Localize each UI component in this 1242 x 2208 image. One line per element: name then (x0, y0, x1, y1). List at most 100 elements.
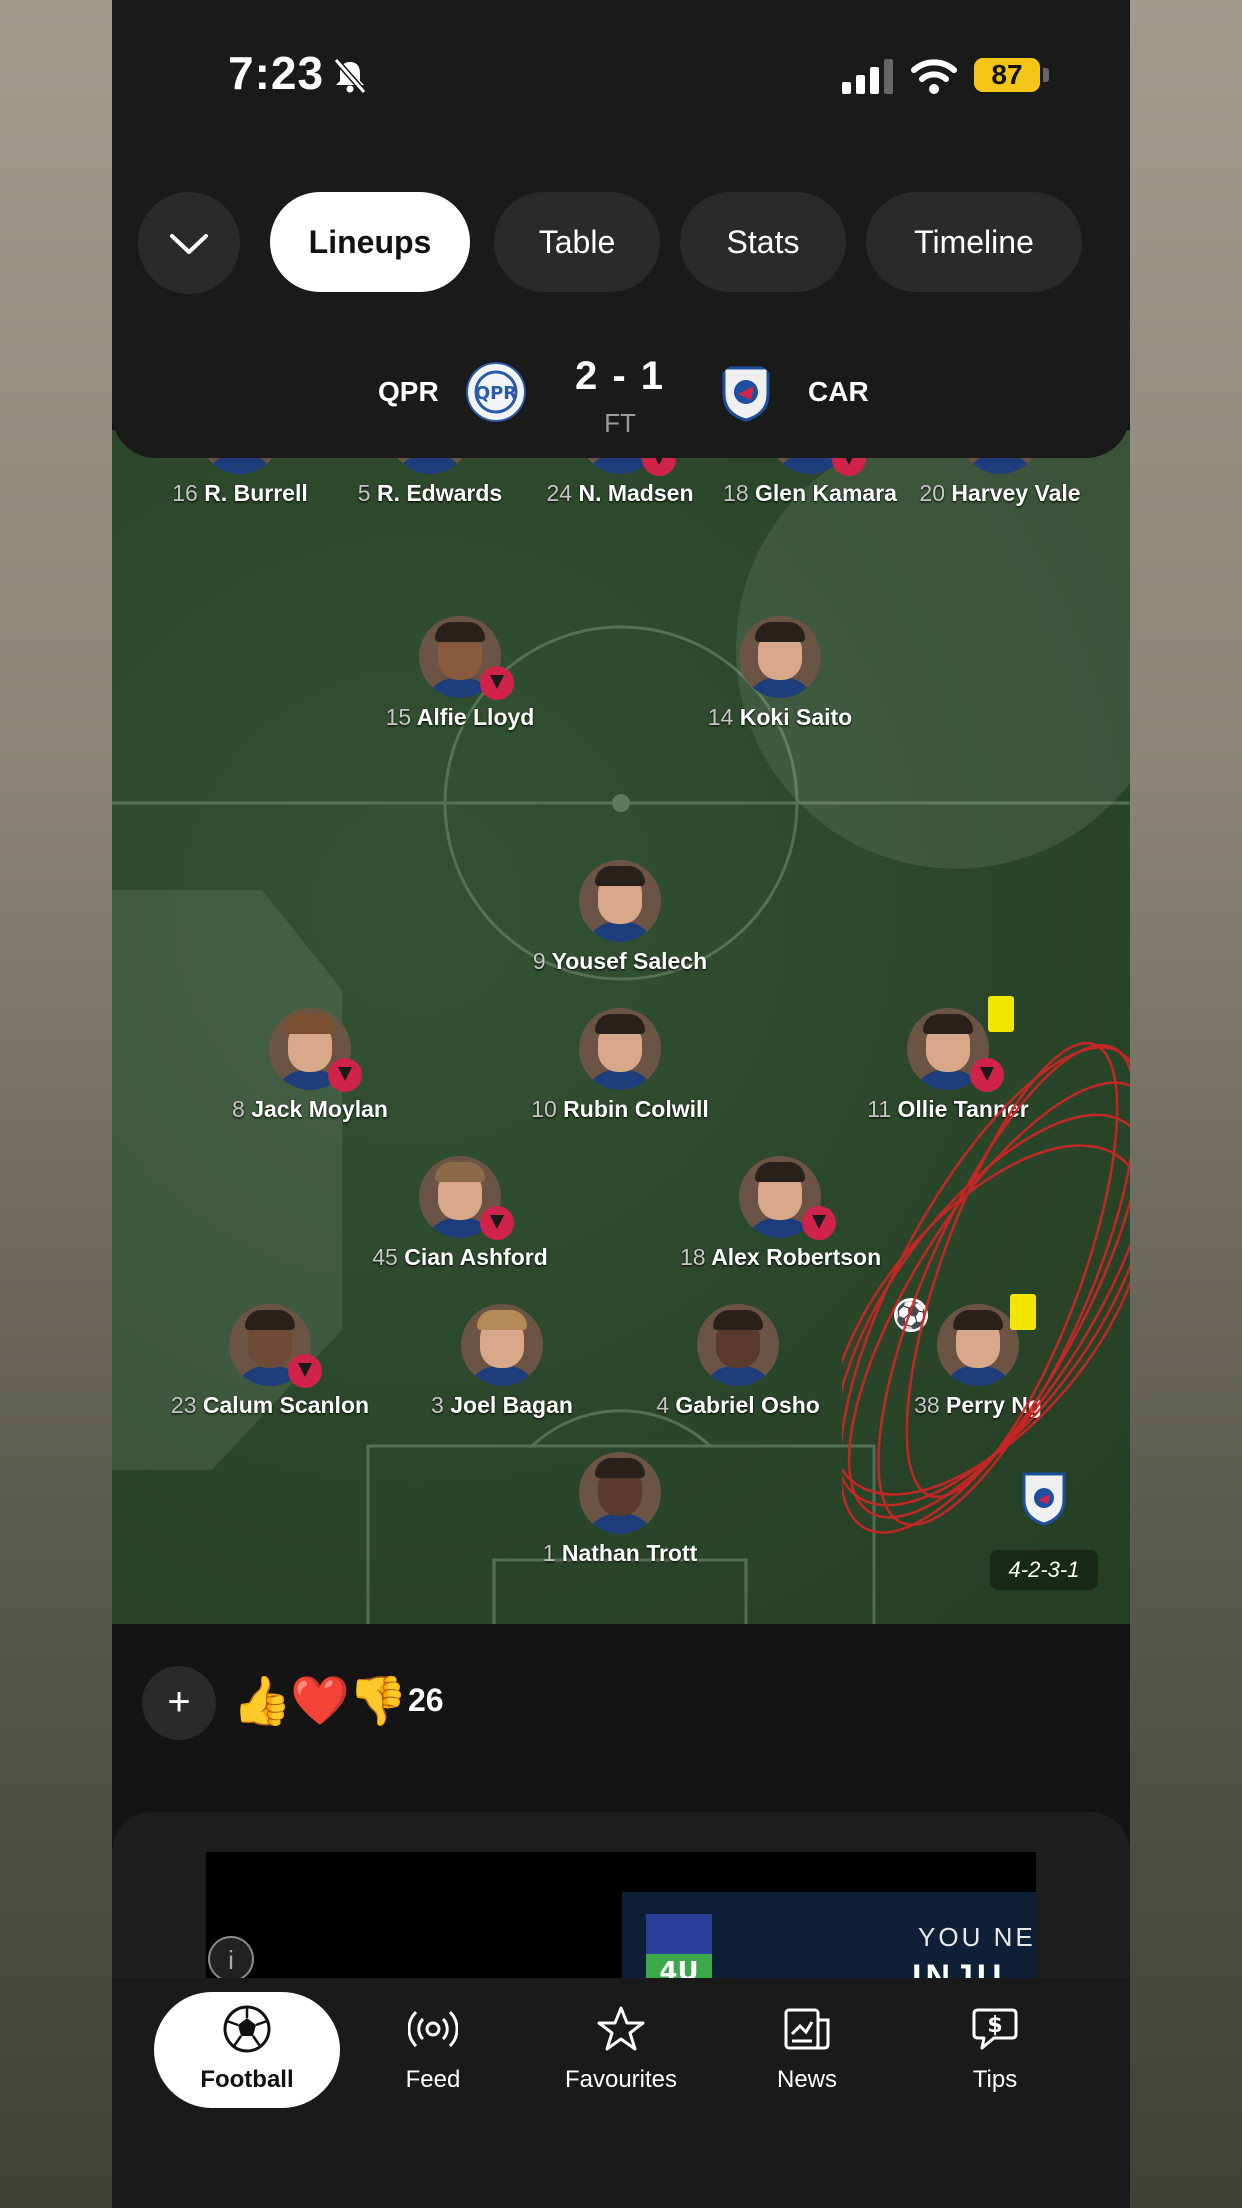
score-row[interactable]: QPR QPR 2 - 1 FT CAR (112, 346, 1130, 456)
formation-label: 4-2-3-1 (990, 1550, 1098, 1590)
news-icon (784, 2008, 830, 2050)
ad-info-icon[interactable]: i (208, 1936, 254, 1982)
tips-icon: $ (972, 2008, 1018, 2050)
player-name: Koki Saito (739, 704, 853, 730)
wifi-icon (911, 59, 957, 94)
player-name: Ollie Tanner (897, 1096, 1029, 1122)
player-number: 9 (532, 948, 546, 974)
signal-icon (842, 59, 893, 94)
status-time: 7:23 (228, 47, 325, 99)
heart-icon[interactable]: ❤️ (290, 1672, 350, 1729)
ad-headline: YOU NE (918, 1922, 1036, 1952)
collapse-button[interactable] (138, 192, 240, 294)
status-bar: 7:23 87 (112, 0, 1130, 150)
player-card[interactable]: 23 Calum Scanlon (170, 1304, 370, 1419)
player-avatar (579, 1008, 661, 1090)
phone-screen: 7:23 87 16 R. Burrell 5 R. Edwards 24 N.… (112, 0, 1130, 2208)
thumbs-down-icon[interactable]: 👎 (348, 1672, 408, 1729)
player-avatar (739, 616, 821, 698)
player-card[interactable]: ⚽ 38 Perry Ng (878, 1294, 1078, 1419)
nav-favourites[interactable]: Favourites (528, 1992, 714, 2108)
player-card[interactable]: 9 Yousef Salech (520, 860, 720, 975)
player-name: R. Edwards (376, 480, 503, 506)
player-number: 15 (385, 704, 412, 730)
substitution-icon (480, 1206, 514, 1240)
player-card[interactable]: 1 Nathan Trott (520, 1452, 720, 1567)
player-number: 11 (867, 1096, 892, 1122)
pitch: 16 R. Burrell 5 R. Edwards 24 N. Madsen … (112, 430, 1130, 1624)
player-card[interactable]: 15 Alfie Lloyd (360, 616, 560, 731)
player-card[interactable]: 14 Koki Saito (680, 616, 880, 731)
bottom-nav: Football Feed Favourites News $ Tips (112, 1978, 1130, 2208)
player-number: 14 (707, 704, 734, 730)
player-number: 18 (723, 480, 749, 506)
thumbs-up-icon[interactable]: 👍 (232, 1672, 292, 1729)
player-avatar (461, 1304, 543, 1386)
match-status: FT (604, 408, 636, 438)
ad-creative[interactable]: 4U YOU NE INJU (622, 1892, 1036, 1996)
yellow-card-icon (1010, 1294, 1036, 1330)
player-name: Calum Scanlon (202, 1392, 370, 1418)
player-name: Gabriel Osho (675, 1392, 820, 1418)
nav-feed[interactable]: Feed (340, 1992, 526, 2108)
player-name: Alex Robertson (711, 1244, 882, 1270)
tab-lineups[interactable]: Lineups (270, 192, 470, 292)
tab-table[interactable]: Table (494, 192, 660, 292)
yellow-card-icon (988, 996, 1014, 1032)
bell-muted-icon (333, 58, 367, 94)
tab-stats[interactable]: Stats (680, 192, 846, 292)
battery-tip (1043, 68, 1049, 82)
player-avatar (579, 860, 661, 942)
player-avatar (697, 1304, 779, 1386)
cardiff-crest-icon (722, 366, 770, 422)
player-number: 45 (372, 1244, 398, 1270)
nav-label: Football (200, 2066, 294, 2093)
star-icon (597, 2006, 645, 2051)
player-name: Rubin Colwill (563, 1096, 709, 1122)
substitution-icon (802, 1206, 836, 1240)
nav-football[interactable]: Football (154, 1992, 340, 2108)
player-number: 38 (914, 1392, 940, 1418)
nav-news[interactable]: News (714, 1992, 900, 2108)
nav-label: Feed (405, 2066, 461, 2093)
player-card[interactable]: 10 Rubin Colwill (520, 1008, 720, 1123)
player-number: 18 (680, 1244, 706, 1270)
substitution-icon (288, 1354, 322, 1388)
player-card[interactable]: 18 Alex Robertson (680, 1156, 882, 1271)
player-number: 10 (531, 1096, 557, 1122)
home-team-abbr: QPR (378, 376, 439, 407)
player-avatar (937, 1304, 1019, 1386)
player-number: 8 (232, 1096, 245, 1122)
player-name: N. Madsen (578, 480, 694, 506)
football-icon (223, 2005, 271, 2053)
player-number: 16 (172, 480, 198, 506)
substitution-icon (480, 666, 514, 700)
player-name: R. Burrell (204, 480, 308, 506)
battery-level: 87 (974, 58, 1040, 92)
player-card[interactable]: 45 Cian Ashford (360, 1156, 560, 1271)
away-team-abbr: CAR (808, 376, 869, 407)
nav-label: News (776, 2066, 837, 2093)
nav-tips[interactable]: $ Tips (902, 1992, 1088, 2108)
svg-text:$: $ (987, 2013, 1002, 2038)
player-name: Nathan Trott (561, 1540, 698, 1566)
player-number: 3 (431, 1392, 444, 1418)
player-number: 4 (656, 1392, 669, 1418)
player-name: Glen Kamara (755, 480, 897, 506)
player-name: Perry Ng (946, 1392, 1042, 1418)
player-name: Alfie Lloyd (416, 704, 535, 730)
player-card[interactable]: 8 Jack Moylan (210, 1008, 410, 1123)
tab-timeline[interactable]: Timeline (866, 192, 1082, 292)
add-reaction-button[interactable]: + (142, 1666, 216, 1740)
qpr-crest-icon: QPR (466, 362, 526, 422)
match-score: 2 - 1 (574, 354, 666, 398)
player-number: 5 (357, 480, 371, 506)
player-number: 23 (170, 1392, 197, 1418)
player-card[interactable]: 11 Ollie Tanner (848, 996, 1048, 1123)
player-avatar (579, 1452, 661, 1534)
player-card[interactable]: 3 Joel Bagan (402, 1304, 602, 1419)
ad-banner[interactable]: i 4U YOU NE INJU (206, 1852, 1036, 1996)
player-name: Joel Bagan (450, 1392, 573, 1418)
substitution-icon (328, 1058, 362, 1092)
player-card[interactable]: 4 Gabriel Osho (638, 1304, 838, 1419)
